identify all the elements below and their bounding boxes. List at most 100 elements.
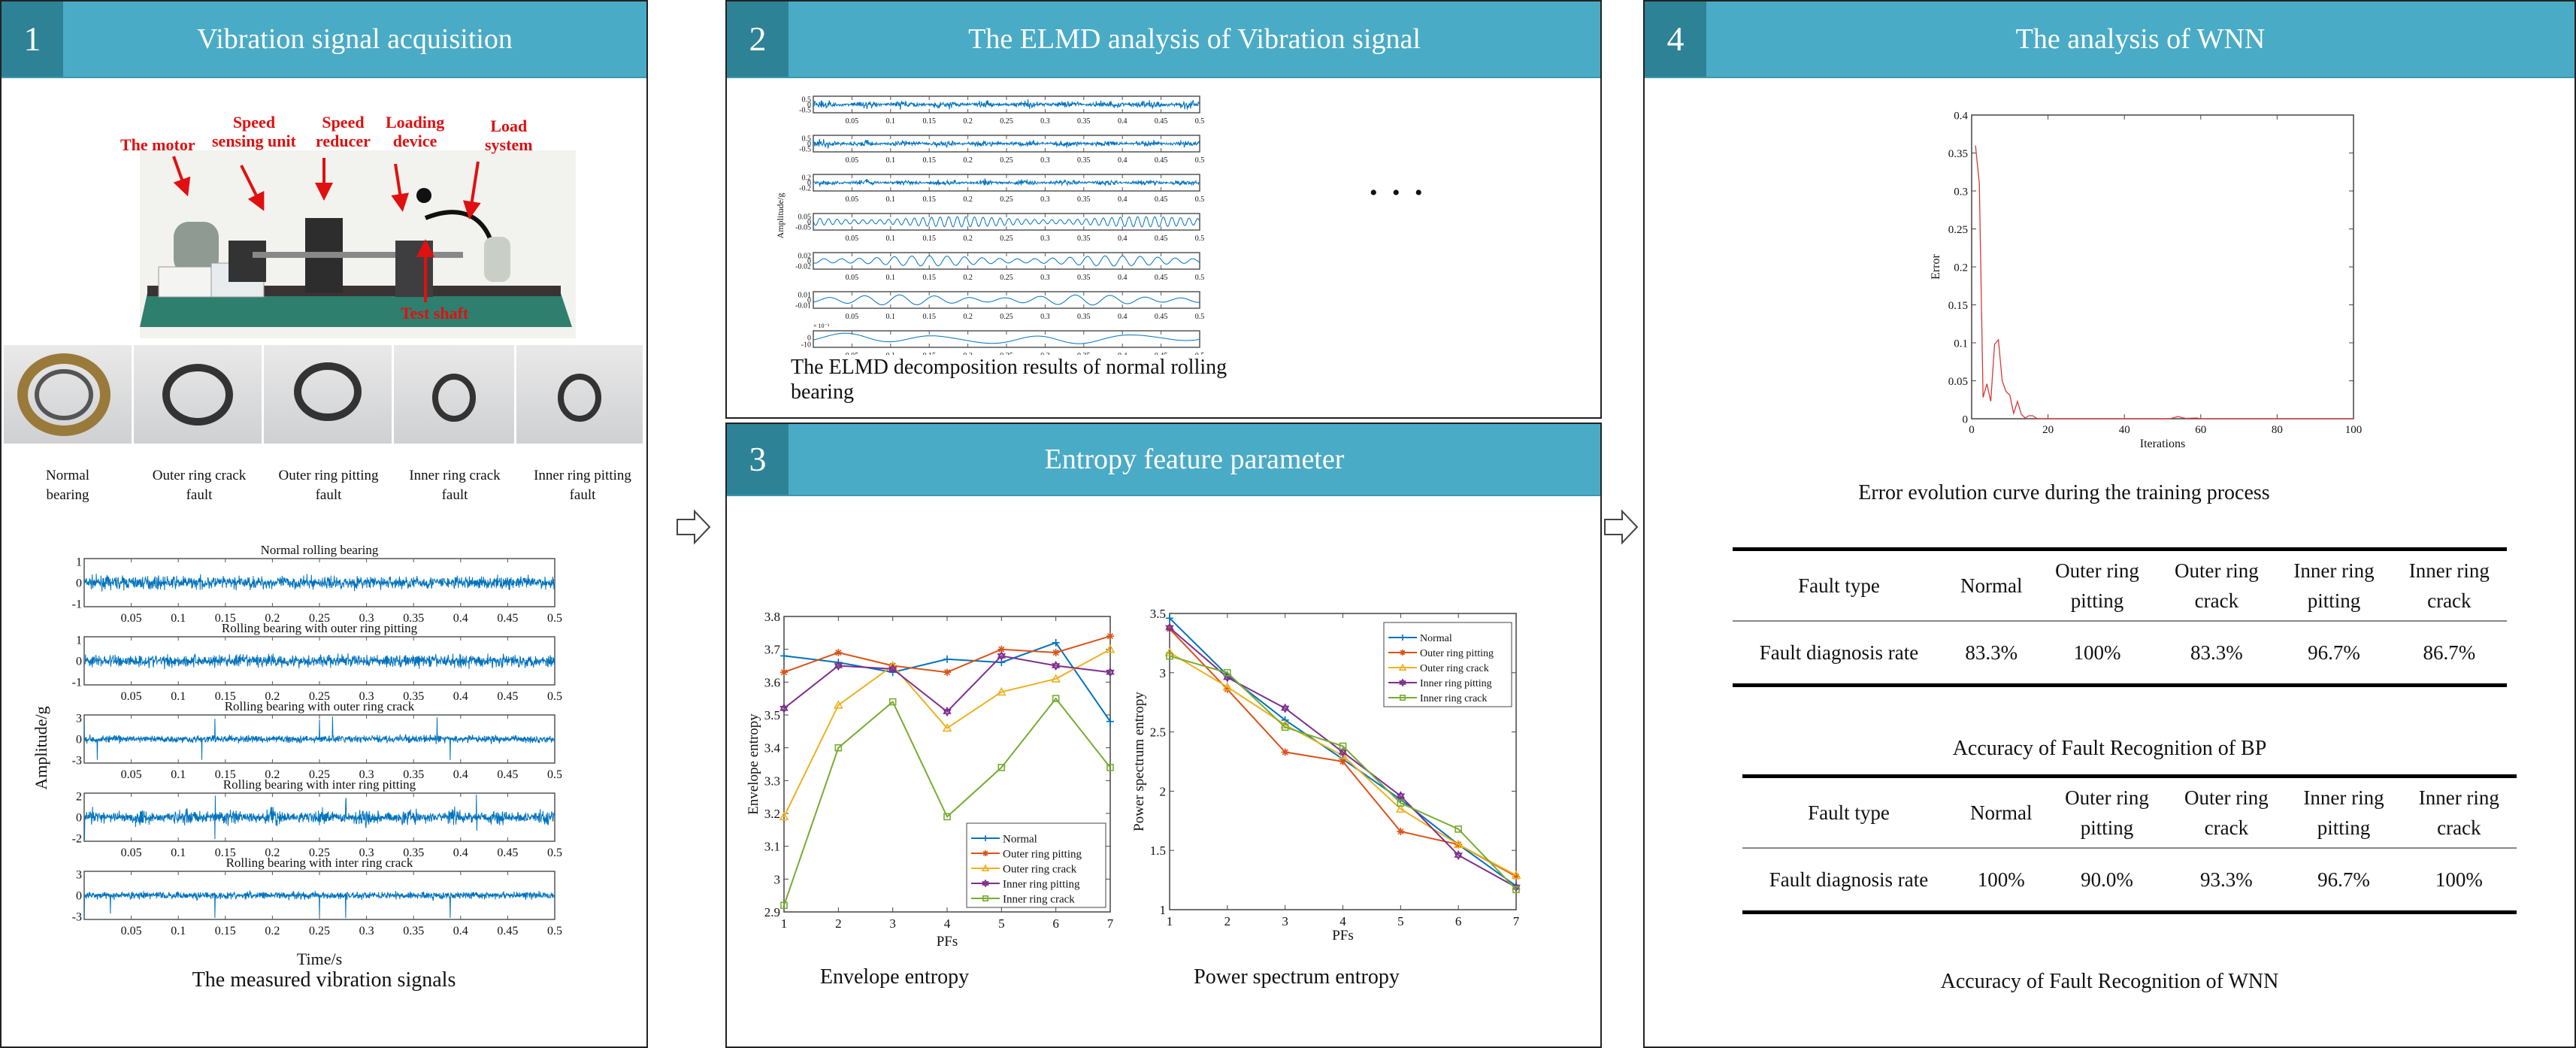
y-tick-label: -10 (801, 341, 811, 350)
panel-title: The analysis of WNN (2015, 23, 2266, 55)
y-axis-label: Error (1930, 253, 1942, 279)
x-tick-label: 0.5 (547, 612, 562, 625)
y-tick-label: 0.15 (1948, 300, 1968, 312)
y-tick-label: 3.4 (764, 741, 781, 756)
header-cell: Outer ring pitting (2047, 774, 2167, 849)
y-tick-label: 3 (76, 713, 82, 725)
x-tick-label: 1 (1167, 914, 1173, 928)
subplot: 0.05 0.1 0.15 0.2 0.25 0.3 0.35 0.4 0.45 0.50.50-… (799, 135, 1204, 165)
x-tick-label: 0.5 (1195, 195, 1205, 204)
x-tick-label: 0.45 (497, 847, 518, 859)
x-tick-label: 0.05 (121, 925, 142, 937)
x-tick-label: 0.45 (497, 768, 518, 781)
y-tick-label: 0.05 (1948, 376, 1968, 388)
legend-label: Normal (1420, 633, 1452, 644)
y-tick-label: -0.5 (799, 146, 811, 154)
x-tick-label: 0.45 (1155, 235, 1168, 243)
subplot: Rolling bearing with outer ring crack 0.0… (72, 699, 562, 781)
y-tick-label: 3.6 (764, 675, 780, 689)
table-row: Fault diagnosis rate 100% 90.0% 93.3% 96… (1742, 848, 2517, 914)
y-tick-label: 3.5 (764, 708, 780, 722)
x-tick-label: 0.25 (1000, 195, 1013, 204)
arrow-speed-sensing (240, 165, 265, 211)
cell: 96.7% (2276, 621, 2392, 687)
x-tick-label: 0.1 (886, 274, 896, 282)
x-tick-label: 0.05 (846, 195, 859, 204)
x-tick-label: 0.35 (1077, 156, 1091, 165)
x-tick-label: 6 (1052, 916, 1059, 931)
panel-title: Entropy feature parameter (1044, 444, 1345, 475)
y-tick-label: 0 (76, 577, 82, 590)
y-tick-label: -2 (72, 833, 82, 846)
y-tick-label: 3 (1160, 666, 1167, 680)
y-tick-label: -1 (72, 598, 82, 611)
bearing-label: Normal bearing (45, 468, 90, 503)
bearing-label: Inner ring pitting fault (534, 468, 631, 503)
x-tick-label: 4 (944, 916, 951, 931)
header-cell: Normal (1945, 547, 2038, 622)
y-axis-label: Power spectrum entropy (1131, 692, 1147, 831)
x-axis-label: PFs (937, 934, 958, 950)
x-tick-label: 1 (781, 916, 788, 931)
x-tick-label: 0.35 (1077, 313, 1091, 321)
x-tick-label: 3 (889, 916, 896, 931)
y-tick-label: 2.9 (764, 905, 780, 919)
x-tick-label: 0.05 (846, 117, 859, 126)
caption-wnn-table: Accuracy of Fault Recognition of WNN (1940, 970, 2279, 993)
x-tick-label: 0.35 (1077, 195, 1091, 204)
x-tick-label: 0.2 (963, 195, 973, 204)
x-tick-label: 3 (1282, 914, 1288, 928)
x-tick-label: 80 (2272, 424, 2283, 436)
subplot-title: Rolling bearing with outer ring pitting (222, 621, 418, 635)
x-tick-label: 0.4 (1118, 195, 1128, 204)
x-tick-label: 0.3 (1040, 274, 1050, 282)
legend-label: Inner ring pitting (1420, 678, 1492, 689)
y-tick-label: 2.5 (1150, 725, 1166, 740)
x-tick-label: 0.1 (171, 768, 186, 781)
x-tick-label: 0.4 (453, 690, 468, 703)
subplot: Normal rolling bearing0.05 0.1 0.15 0.2 0.25… (72, 543, 562, 625)
x-tick-label: 0.05 (846, 313, 859, 321)
step-number: 4 (1645, 2, 1706, 77)
plot-frame (1971, 114, 2354, 420)
y-tick-label: 0.3 (1954, 186, 1968, 198)
legend-label: Outer ring crack (1420, 663, 1489, 674)
subplot: 0.05 0.1 0.15 0.2 0.25 0.3 0.35 0.4 0.45 0.50.20-… (799, 174, 1204, 204)
y-tick-label: 0.4 (1954, 110, 1968, 122)
x-tick-label: 0.4 (453, 612, 468, 625)
y-axis-label: Envelope entropy (746, 713, 761, 815)
x-tick-label: 0.1 (886, 235, 896, 243)
x-tick-label: 0.4 (453, 847, 468, 859)
cell: 100% (2401, 848, 2517, 914)
y-tick-label: 0 (76, 656, 82, 668)
x-tick-label: 0.5 (1195, 117, 1205, 126)
y-tick-label: -0.05 (795, 224, 811, 232)
x-tick-label: 0.15 (922, 235, 936, 243)
x-tick-label: 40 (2119, 424, 2130, 436)
x-tick-label: 0.05 (846, 156, 859, 165)
x-tick-label: 0.15 (922, 313, 936, 321)
panel-header: 1 Vibration signal acquisition (2, 2, 646, 78)
y-tick-label: 0 (1963, 413, 1969, 426)
x-tick-label: 0.15 (922, 156, 936, 165)
y-tick-label: 3.5 (1150, 607, 1166, 621)
x-tick-label: 60 (2195, 424, 2206, 436)
header-cell: Fault type (1733, 547, 1946, 622)
legend-label: Outer ring pitting (1003, 848, 1082, 860)
header-cell: Outer ring crack (2157, 547, 2277, 622)
row-label: Fault diagnosis rate (1742, 848, 1956, 914)
x-tick-label: 0.15 (922, 274, 936, 282)
header-cell: Outer ring pitting (2037, 547, 2157, 622)
x-tick-label: 0.2 (963, 117, 973, 126)
x-tick-label: 0.45 (497, 690, 518, 703)
subplot: Rolling bearing with inter ring crack 0.0… (72, 856, 562, 937)
x-tick-label: 2 (1224, 914, 1231, 928)
x-tick-label: 0.15 (215, 925, 236, 937)
x-tick-label: 0.25 (1000, 235, 1013, 243)
subplot-title: Normal rolling bearing (261, 543, 379, 557)
y-tick-label: 0.35 (1948, 148, 1968, 160)
x-tick-label: 0.25 (1000, 156, 1013, 165)
cell: 83.3% (1945, 621, 2038, 687)
row-label: Fault diagnosis rate (1733, 621, 1946, 687)
arrow-motor (172, 156, 191, 197)
